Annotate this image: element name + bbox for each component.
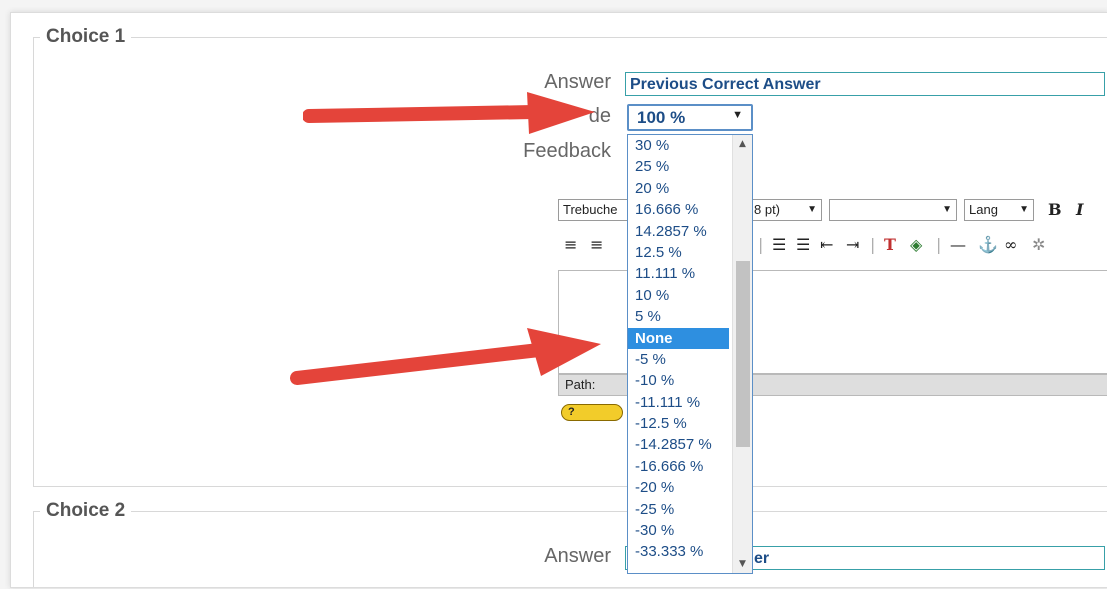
- font-size-select[interactable]: 8 pt) ▼: [750, 199, 822, 221]
- ordered-list-icon[interactable]: ☰: [772, 235, 786, 254]
- chevron-down-icon: ▼: [942, 204, 952, 215]
- scrollbar-thumb[interactable]: [736, 261, 750, 447]
- bold-button[interactable]: B: [1048, 200, 1062, 219]
- chevron-down-icon: ▼: [807, 204, 817, 215]
- lang-select[interactable]: Lang ▼: [964, 199, 1034, 221]
- unordered-list-icon[interactable]: ☰: [796, 235, 810, 254]
- choice-1-legend: Choice 1: [40, 26, 132, 48]
- separator-icon: |: [870, 235, 876, 254]
- grade-option[interactable]: 10 %: [628, 285, 729, 306]
- grade-option[interactable]: None: [628, 327, 729, 349]
- anchor-icon[interactable]: ⚓: [978, 235, 998, 254]
- grade-option[interactable]: -12.5 %: [628, 413, 729, 434]
- dropdown-scrollbar[interactable]: ▲ ▼: [732, 135, 752, 573]
- grade-select[interactable]: 100 % ▼: [627, 104, 753, 131]
- separator-icon: |: [936, 235, 942, 254]
- grade-option[interactable]: -11.111 %: [628, 392, 729, 413]
- indent-icon[interactable]: ⇥: [846, 235, 859, 254]
- italic-button[interactable]: I: [1076, 200, 1083, 219]
- help-icon: ?: [568, 406, 575, 418]
- grade-option[interactable]: 14.2857 %: [628, 221, 729, 242]
- grade-option[interactable]: -33.333 %: [628, 541, 729, 562]
- align-left-icon[interactable]: ≡: [564, 235, 577, 254]
- grade-option[interactable]: 5 %: [628, 306, 729, 327]
- font-family-select[interactable]: Trebuche: [558, 199, 638, 221]
- grade-option[interactable]: 30 %: [628, 135, 729, 156]
- scroll-down-icon[interactable]: ▼: [733, 555, 752, 573]
- choice-2-legend: Choice 2: [40, 500, 132, 522]
- arrow-to-grade-icon: [303, 92, 595, 134]
- unlink-icon[interactable]: ✲: [1032, 235, 1045, 254]
- link-icon[interactable]: ∞: [1004, 235, 1017, 254]
- grade-option[interactable]: 20 %: [628, 178, 729, 199]
- answer-label: Answer: [544, 545, 611, 567]
- grade-option[interactable]: 11.111 %: [628, 263, 729, 284]
- outdent-icon[interactable]: ⇤: [820, 235, 833, 254]
- align-center-icon[interactable]: ≡: [590, 235, 603, 254]
- grade-dropdown-list[interactable]: 30 % 25 % 20 % 16.666 % 14.2857 % 12.5 % 11.11…: [627, 134, 753, 574]
- grade-select-value: 100 %: [637, 108, 686, 127]
- answer-input-value: er: [754, 550, 770, 567]
- grade-option[interactable]: -30 %: [628, 520, 729, 541]
- grade-option[interactable]: 25 %: [628, 156, 729, 177]
- grade-option[interactable]: -25 %: [628, 499, 729, 520]
- grade-option[interactable]: -10 %: [628, 370, 729, 391]
- chevron-down-icon: ▼: [1019, 204, 1029, 215]
- answer-input[interactable]: Previous Correct Answer: [625, 72, 1105, 96]
- help-badge[interactable]: ?: [561, 404, 623, 421]
- grade-option[interactable]: -5 %: [628, 349, 729, 370]
- lang-select-value: Lang: [969, 202, 998, 217]
- arrow-to-none-icon: [290, 328, 601, 385]
- grade-option[interactable]: 12.5 %: [628, 242, 729, 263]
- font-size-select-value: 8 pt): [754, 202, 781, 217]
- grade-option[interactable]: 16.666 %: [628, 199, 729, 220]
- grade-option[interactable]: -16.666 %: [628, 456, 729, 477]
- background-color-icon[interactable]: ◈: [910, 235, 922, 254]
- separator-icon: |: [758, 235, 764, 254]
- grade-option[interactable]: -14.2857 %: [628, 434, 729, 455]
- question-form: Choice 1 Answer Previous Correct Answer …: [10, 12, 1107, 588]
- grade-option[interactable]: -20 %: [628, 477, 729, 498]
- horizontal-rule-icon[interactable]: —: [950, 235, 966, 254]
- scroll-up-icon[interactable]: ▲: [733, 135, 752, 153]
- text-color-icon[interactable]: T: [884, 235, 896, 254]
- style-select[interactable]: ▼: [829, 199, 957, 221]
- font-family-select-value: Trebuche: [563, 202, 618, 217]
- chevron-down-icon: ▼: [732, 109, 743, 121]
